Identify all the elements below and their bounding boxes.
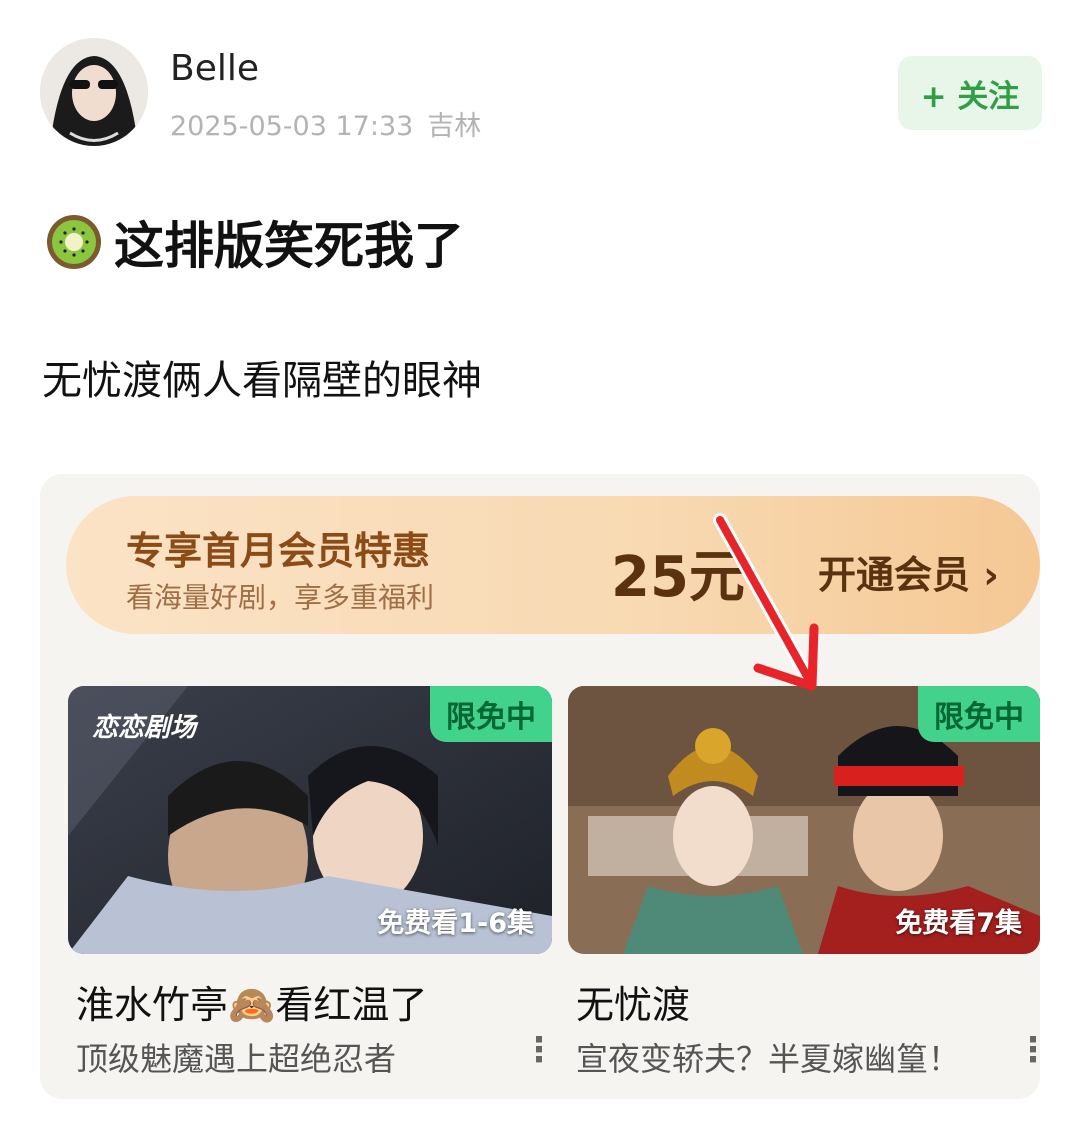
post-location: 吉林	[427, 111, 482, 142]
free-tag: 限免中	[430, 686, 552, 742]
follow-button[interactable]: + 关注	[898, 56, 1042, 130]
drama-thumbnail[interactable]: 恋恋剧场 限免中 免费看1-6集	[68, 686, 552, 954]
more-options-icon[interactable]: ⋮	[522, 1030, 556, 1070]
username[interactable]: Belle	[170, 48, 259, 89]
drama-description: 宣夜变轿夫？半夏嫁幽篁！	[576, 1040, 961, 1078]
channel-watermark: 恋恋剧场	[92, 713, 199, 743]
banner-title: 专享首月会员特惠	[126, 529, 431, 573]
post-headline-text: 这排版笑死我了	[114, 217, 464, 275]
avatar-image	[40, 38, 148, 146]
more-options-icon[interactable]: ⋮	[1016, 1030, 1040, 1070]
post-body-text: 无忧渡俩人看隔壁的眼神	[42, 358, 482, 404]
episode-badge: 免费看1-6集	[377, 908, 534, 939]
drama-title[interactable]: 淮水竹亭🙈看红温了	[76, 974, 427, 1029]
post-page: Belle 2025-05-03 17:33 吉林 + 关注 这排版笑死我了 无忧…	[0, 0, 1080, 1131]
post-meta: 2025-05-03 17:33 吉林	[170, 104, 481, 143]
banner-subtitle: 看海量好剧，享多重福利	[126, 581, 435, 614]
free-tag: 限免中	[918, 686, 1040, 742]
open-vip-button[interactable]: 开通会员 ›	[818, 544, 999, 599]
post-headline: 这排版笑死我了	[44, 206, 464, 278]
avatar[interactable]	[40, 38, 148, 146]
drama-description: 顶级魅魔遇上超绝忍者	[76, 1040, 397, 1078]
post-image[interactable]: 专享首月会员特惠 看海量好剧，享多重福利 25元 开通会员 › 恋恋剧场 限免中…	[40, 474, 1040, 1099]
red-arrow-annotation	[713, 513, 819, 691]
vip-banner[interactable]: 专享首月会员特惠 看海量好剧，享多重福利 25元 开通会员 ›	[66, 496, 1040, 634]
kiwi-icon	[47, 215, 101, 269]
post-timestamp: 2025-05-03 17:33	[170, 111, 414, 142]
drama-thumbnail[interactable]: 限免中 免费看7集	[568, 686, 1040, 954]
episode-badge: 免费看7集	[895, 908, 1022, 939]
drama-title[interactable]: 无忧渡	[576, 974, 690, 1029]
